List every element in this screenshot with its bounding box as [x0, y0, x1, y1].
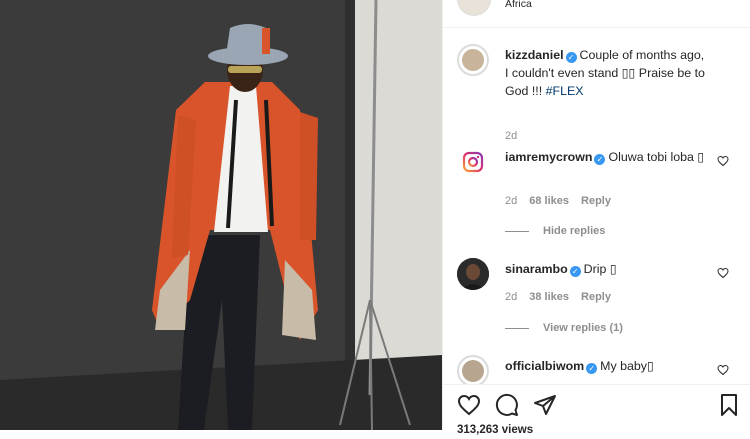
caption-text: kizzdaniel ✓ Couple of months ago, I could… — [505, 46, 710, 100]
instagram-logo-icon — [462, 151, 484, 173]
avatar-photo — [457, 258, 489, 290]
comment-text: sinarambo ✓ Drip ▯ — [505, 260, 710, 278]
comment-like-heart-icon[interactable] — [717, 267, 729, 279]
replies-divider — [505, 327, 529, 329]
comment-likes[interactable]: 68 likes — [529, 195, 569, 207]
post-photo — [0, 0, 442, 430]
caption-meta: 2d — [505, 127, 529, 145]
commenter-avatar[interactable] — [457, 258, 489, 290]
author-avatar[interactable] — [457, 0, 491, 16]
comment-icon[interactable] — [495, 393, 519, 417]
share-icon[interactable] — [533, 393, 557, 417]
avatar-photo — [462, 49, 484, 71]
comment-likes[interactable]: 38 likes — [529, 291, 569, 303]
replies-divider — [505, 230, 529, 232]
commenter-avatar[interactable] — [457, 146, 489, 178]
verified-badge-icon: ✓ — [594, 154, 606, 165]
replies-label: Hide replies — [543, 225, 606, 237]
post-header: Africa — [443, 0, 750, 28]
comment-body: My baby▯ — [600, 359, 654, 373]
comment-like-heart-icon[interactable] — [717, 155, 729, 167]
post-location[interactable]: Africa — [505, 0, 532, 13]
comment-time[interactable]: 2d — [505, 195, 517, 207]
hide-replies-button[interactable]: Hide replies — [505, 222, 605, 240]
reply-button[interactable]: Reply — [581, 291, 611, 303]
post-actions-bar: 313,263 views — [443, 384, 750, 436]
comment-time[interactable]: 2d — [505, 291, 517, 303]
view-replies-button[interactable]: View replies (1) — [505, 319, 623, 337]
verified-badge-icon: ✓ — [569, 266, 581, 277]
comment-username[interactable]: officialbiwom — [505, 359, 584, 373]
comment-body: Oluwa tobi loba ▯ — [608, 150, 705, 164]
comment-username[interactable]: sinarambo — [505, 262, 568, 276]
caption-avatar[interactable] — [457, 44, 489, 76]
comment-text: iamremycrown ✓ Oluwa tobi loba ▯ — [505, 148, 710, 166]
caption-time[interactable]: 2d — [505, 130, 517, 142]
commenter-avatar[interactable] — [457, 355, 489, 384]
reply-button[interactable]: Reply — [581, 195, 611, 207]
view-count[interactable]: 313,263 views — [457, 421, 533, 439]
comment-body: Drip ▯ — [583, 262, 617, 276]
post-side-panel: Africa kizzdaniel ✓ Couple of months ago, … — [442, 0, 750, 436]
comment-text: officialbiwom ✓ My baby▯ — [505, 357, 710, 375]
comment-meta: 2d 68 likes Reply — [505, 192, 623, 210]
avatar-photo — [462, 360, 484, 382]
post-media-video[interactable] — [0, 0, 442, 430]
verified-badge-icon: ✓ — [586, 363, 598, 374]
caption-emoji: ▯▯ — [621, 66, 636, 80]
caption-username[interactable]: kizzdaniel — [505, 48, 564, 62]
heart-icon[interactable] — [457, 393, 481, 417]
replies-label: View replies (1) — [543, 322, 623, 334]
verified-badge-icon: ✓ — [565, 52, 577, 63]
hashtag-link[interactable]: #FLEX — [546, 84, 584, 98]
bookmark-icon[interactable] — [717, 393, 741, 417]
comment-like-heart-icon[interactable] — [717, 364, 729, 376]
comment-username[interactable]: iamremycrown — [505, 150, 592, 164]
comments-list[interactable]: kizzdaniel ✓ Couple of months ago, I could… — [443, 28, 750, 384]
comment-meta: 2d 38 likes Reply — [505, 288, 623, 306]
